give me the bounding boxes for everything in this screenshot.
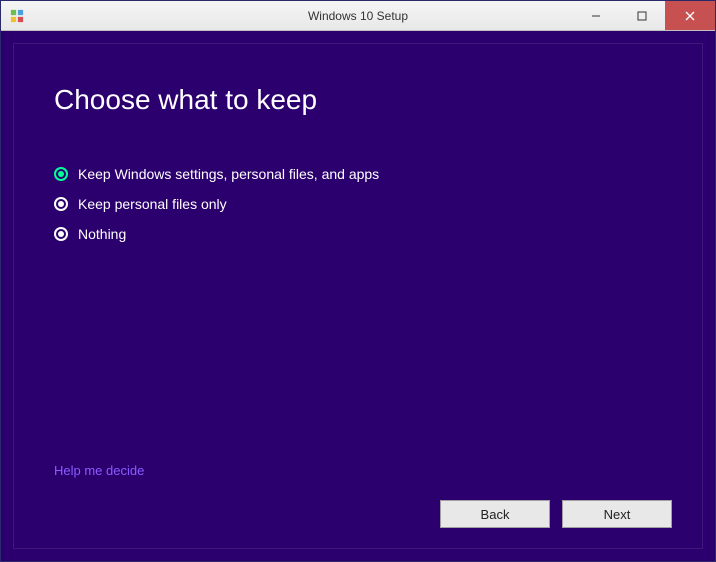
- minimize-button[interactable]: [573, 1, 619, 30]
- page-heading: Choose what to keep: [54, 84, 662, 116]
- help-link[interactable]: Help me decide: [54, 463, 144, 478]
- window-title: Windows 10 Setup: [308, 9, 408, 23]
- back-button[interactable]: Back: [440, 500, 550, 528]
- next-button[interactable]: Next: [562, 500, 672, 528]
- inner-panel: Choose what to keep Keep Windows setting…: [13, 43, 703, 549]
- close-button[interactable]: [665, 1, 715, 30]
- option-label: Nothing: [78, 226, 126, 242]
- option-label: Keep Windows settings, personal files, a…: [78, 166, 379, 182]
- radio-icon: [54, 227, 68, 241]
- button-row: Back Next: [440, 500, 672, 528]
- radio-icon: [54, 197, 68, 211]
- option-label: Keep personal files only: [78, 196, 227, 212]
- option-keep-files[interactable]: Keep personal files only: [54, 196, 662, 212]
- maximize-button[interactable]: [619, 1, 665, 30]
- app-icon: [9, 8, 25, 24]
- content-area: Choose what to keep Keep Windows setting…: [1, 31, 715, 561]
- setup-window: Windows 10 Setup Choose what to keep: [0, 0, 716, 562]
- option-keep-all[interactable]: Keep Windows settings, personal files, a…: [54, 166, 662, 182]
- window-controls: [573, 1, 715, 30]
- options-group: Keep Windows settings, personal files, a…: [54, 166, 662, 242]
- titlebar: Windows 10 Setup: [1, 1, 715, 31]
- option-nothing[interactable]: Nothing: [54, 226, 662, 242]
- radio-icon: [54, 167, 68, 181]
